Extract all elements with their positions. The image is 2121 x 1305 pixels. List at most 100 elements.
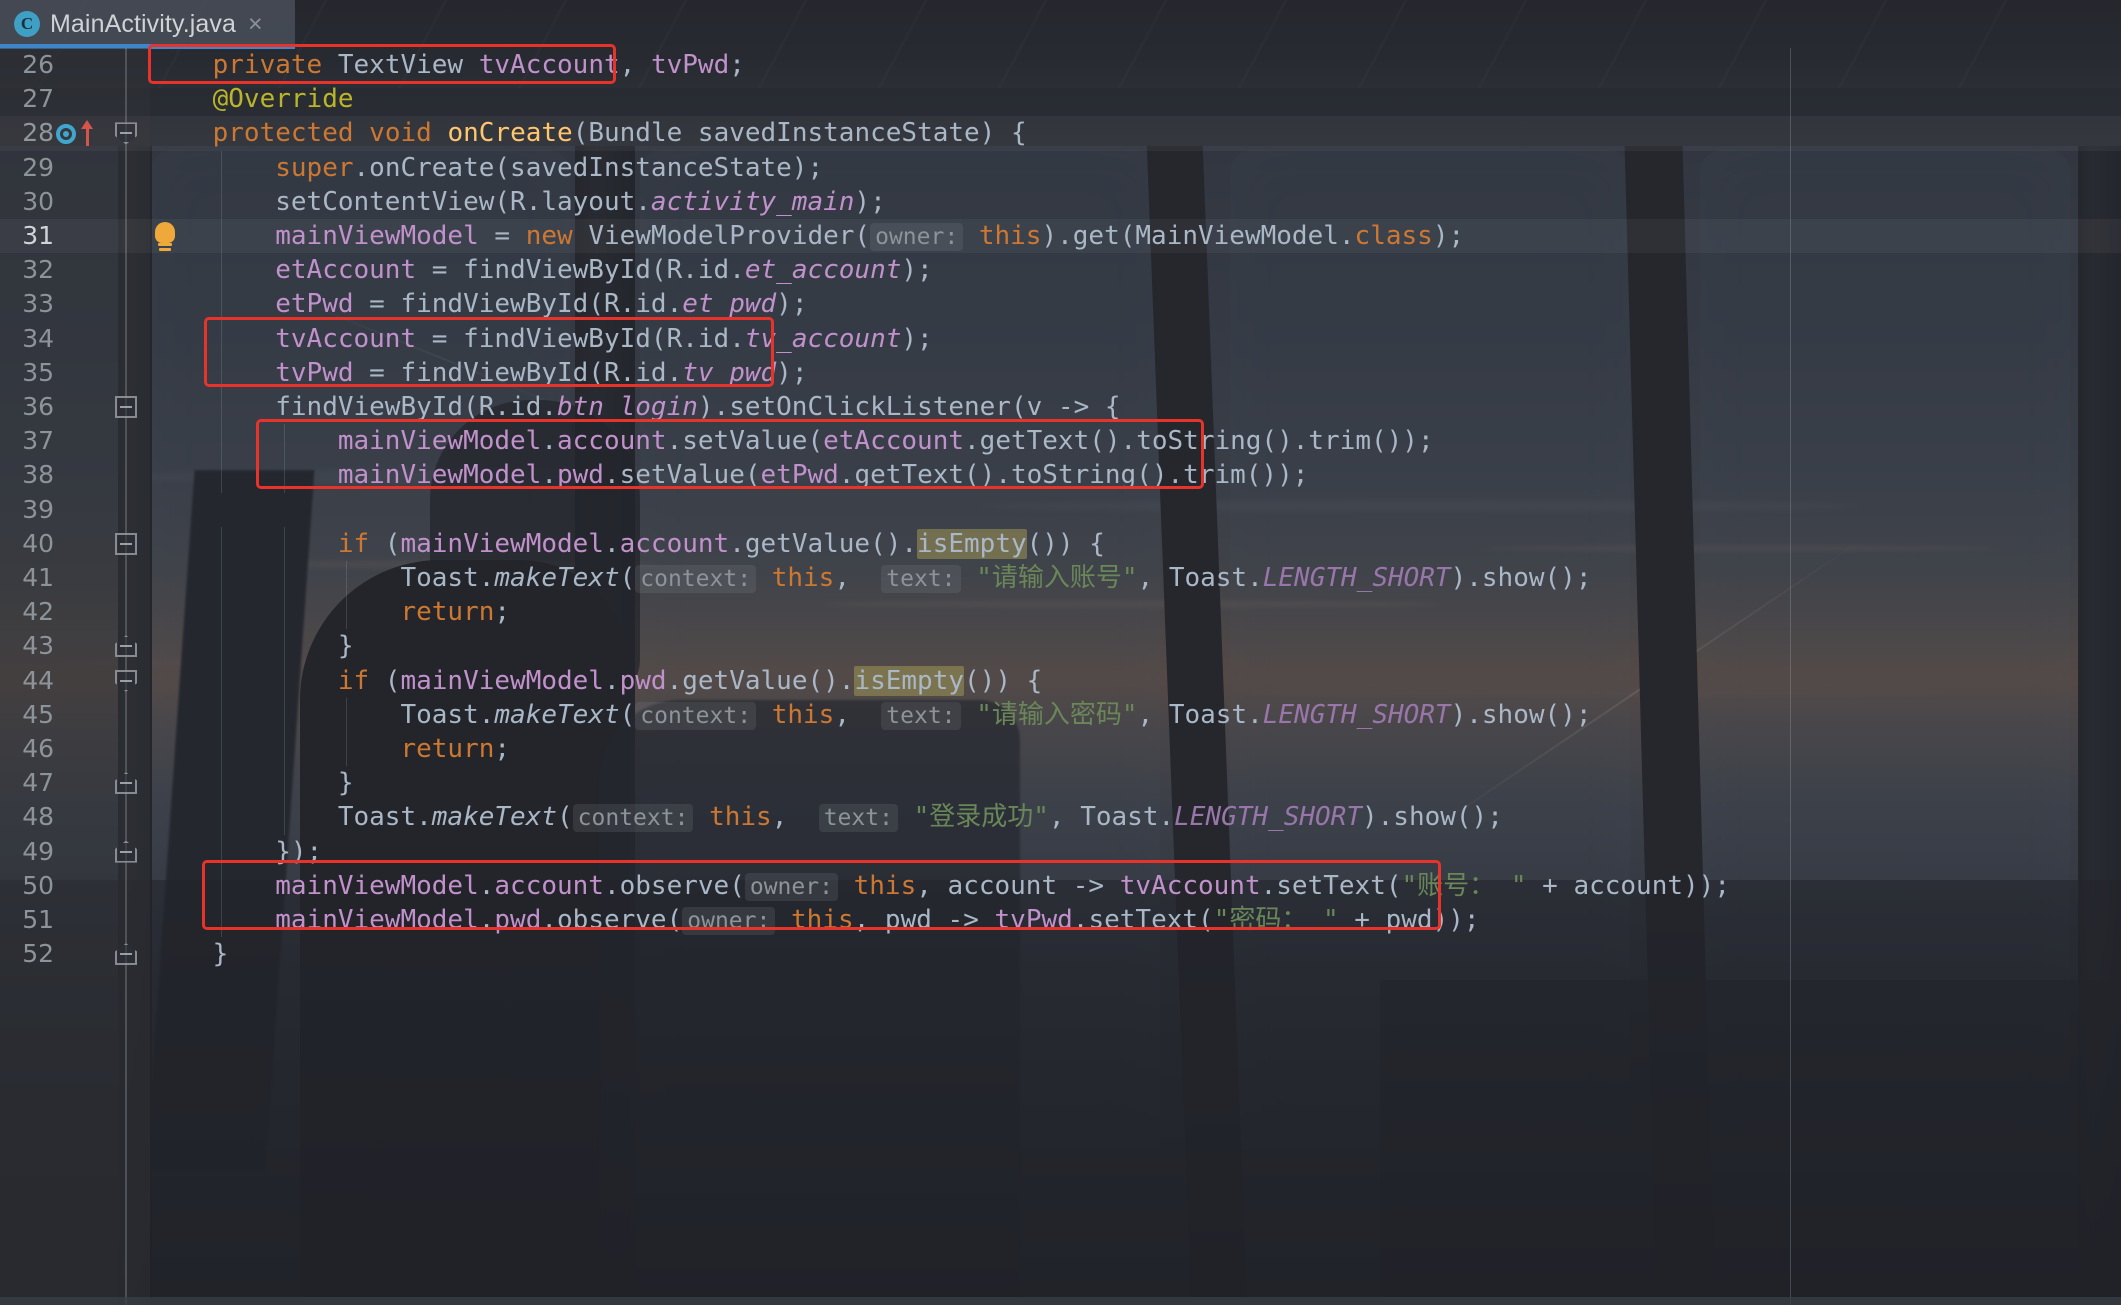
line-number: 52 xyxy=(0,937,54,971)
gutter-row[interactable]: 34 xyxy=(0,322,150,356)
indent-guide xyxy=(221,664,222,698)
override-method-icon[interactable] xyxy=(56,124,76,144)
indent-guide xyxy=(284,800,285,834)
code-line[interactable]: etPwd = findViewById(R.id.et_pwd); xyxy=(150,287,2121,321)
indent-guide xyxy=(221,219,222,253)
code-token: ).setOnClickListener(v -> { xyxy=(698,392,1121,422)
code-token: account xyxy=(620,529,730,559)
code-token: new xyxy=(526,221,573,251)
code-line[interactable]: etAccount = findViewById(R.id.et_account… xyxy=(150,253,2121,287)
code-line[interactable]: protected void onCreate(Bundle savedInst… xyxy=(150,116,2121,150)
code-token: @Override xyxy=(213,84,354,114)
gutter-row[interactable]: 45 xyxy=(0,698,150,732)
gutter-row[interactable]: 51 xyxy=(0,903,150,937)
line-number: 26 xyxy=(0,48,54,82)
line-number: 49 xyxy=(0,835,54,869)
code-line[interactable]: setContentView(R.layout.activity_main); xyxy=(150,185,2121,219)
code-token: = findViewById(R.id. xyxy=(354,358,683,388)
code-token: .observe( xyxy=(541,905,682,935)
gutter-row[interactable]: 26 xyxy=(0,48,150,82)
code-token: } xyxy=(338,768,354,798)
code-line[interactable]: mainViewModel.pwd.setValue(etPwd.getText… xyxy=(150,458,2121,492)
code-token: text: xyxy=(819,804,898,832)
gutter-row[interactable]: 30 xyxy=(0,185,150,219)
code-line[interactable]: return; xyxy=(150,732,2121,766)
gutter-row[interactable]: 41 xyxy=(0,561,150,595)
code-token: context: xyxy=(635,702,756,730)
code-line[interactable]: Toast.makeText(context: this, text: "登录成… xyxy=(150,800,2121,834)
gutter-row[interactable]: 38 xyxy=(0,458,150,492)
code-line[interactable]: mainViewModel.pwd.observe(owner: this, p… xyxy=(150,903,2121,937)
gutter-row[interactable]: 46 xyxy=(0,732,150,766)
code-token: ( xyxy=(369,666,400,696)
code-token: + pwd)); xyxy=(1339,905,1480,935)
code-line[interactable]: if (mainViewModel.pwd.getValue().isEmpty… xyxy=(150,664,2121,698)
indent-guide xyxy=(221,390,222,424)
indent-guide xyxy=(284,629,285,663)
code-line[interactable]: mainViewModel = new ViewModelProvider(ow… xyxy=(150,219,2121,253)
indent-guide xyxy=(221,835,222,869)
code-token: Toast. xyxy=(400,700,494,730)
code-line[interactable]: mainViewModel.account.setValue(etAccount… xyxy=(150,424,2121,458)
code-line[interactable]: tvPwd = findViewById(R.id.tv_pwd); xyxy=(150,356,2121,390)
code-line[interactable] xyxy=(150,493,2121,527)
code-line[interactable]: } xyxy=(150,937,2121,971)
code-token: TextView xyxy=(338,50,463,80)
gutter-row[interactable]: 32 xyxy=(0,253,150,287)
line-number: 30 xyxy=(0,185,54,219)
gutter-row[interactable]: 37 xyxy=(0,424,150,458)
line-number: 51 xyxy=(0,903,54,937)
indent-guide xyxy=(284,664,285,698)
code-fold-marker[interactable] xyxy=(115,533,137,555)
code-token: = findViewById(R.id. xyxy=(416,324,745,354)
code-line[interactable]: private TextView tvAccount, tvPwd; xyxy=(150,48,2121,82)
gutter-row[interactable]: 42 xyxy=(0,595,150,629)
code-line[interactable]: if (mainViewModel.account.getValue().isE… xyxy=(150,527,2121,561)
code-line[interactable]: super.onCreate(savedInstanceState); xyxy=(150,151,2121,185)
indent-guide xyxy=(221,185,222,219)
code-fold-marker[interactable] xyxy=(115,396,137,418)
code-line[interactable]: tvAccount = findViewById(R.id.tv_account… xyxy=(150,322,2121,356)
indent-guide xyxy=(221,151,222,185)
code-line[interactable]: return; xyxy=(150,595,2121,629)
gutter-row[interactable]: 33 xyxy=(0,287,150,321)
line-number: 32 xyxy=(0,253,54,287)
code-token: mainViewModel xyxy=(400,666,604,696)
code-line[interactable]: } xyxy=(150,766,2121,800)
code-content[interactable]: private TextView tvAccount, tvPwd; @Over… xyxy=(150,48,2121,1305)
code-token: context: xyxy=(635,565,756,593)
code-token: context: xyxy=(573,804,694,832)
code-line[interactable]: Toast.makeText(context: this, text: "请输入… xyxy=(150,698,2121,732)
code-token: mainViewModel xyxy=(338,460,542,490)
gutter-row[interactable]: 39 xyxy=(0,493,150,527)
code-line[interactable]: Toast.makeText(context: this, text: "请输入… xyxy=(150,561,2121,595)
code-token: tv_account xyxy=(745,324,902,354)
code-token: mainViewModel xyxy=(275,871,479,901)
code-line[interactable]: mainViewModel.account.observe(owner: thi… xyxy=(150,869,2121,903)
code-token: owner: xyxy=(682,907,775,935)
code-token: , Toast. xyxy=(1138,563,1263,593)
gutter-row[interactable]: 48 xyxy=(0,800,150,834)
code-token: activity_main xyxy=(651,187,855,217)
code-token: owner: xyxy=(745,873,838,901)
gutter-row[interactable]: 35 xyxy=(0,356,150,390)
code-line[interactable]: }); xyxy=(150,835,2121,869)
close-icon[interactable]: × xyxy=(248,12,263,37)
indent-guide xyxy=(221,903,222,937)
gutter-row[interactable]: 29 xyxy=(0,151,150,185)
code-token: etPwd xyxy=(275,289,353,319)
code-editor[interactable]: C MainActivity.java × 262728293031323334… xyxy=(0,0,2121,1305)
tab-mainactivity-java[interactable]: C MainActivity.java × xyxy=(0,0,295,48)
code-token: account xyxy=(494,871,604,901)
code-line[interactable]: @Override xyxy=(150,82,2121,116)
code-line[interactable]: findViewById(R.id.btn_login).setOnClickL… xyxy=(150,390,2121,424)
code-line[interactable]: } xyxy=(150,629,2121,663)
gutter-row[interactable]: 27 xyxy=(0,82,150,116)
code-token: } xyxy=(338,631,354,661)
code-token: ); xyxy=(776,289,807,319)
code-token: private xyxy=(213,50,323,80)
intention-bulb-icon[interactable] xyxy=(152,222,178,252)
implements-arrow-icon[interactable] xyxy=(80,120,94,146)
indent-guide xyxy=(221,561,222,595)
gutter-row[interactable]: 50 xyxy=(0,869,150,903)
